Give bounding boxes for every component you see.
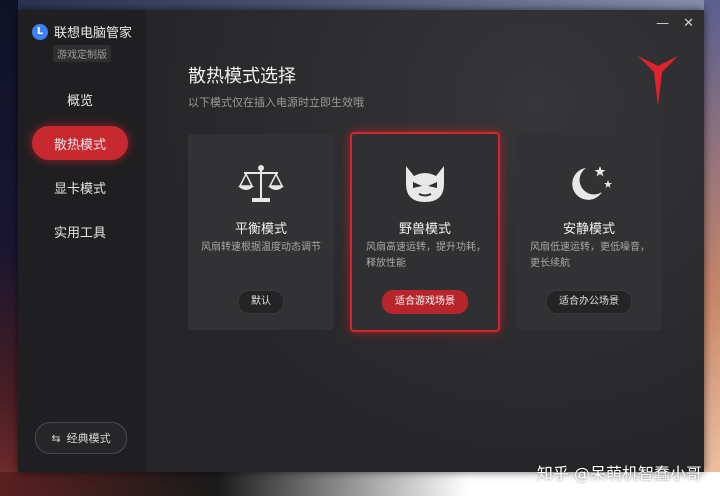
sidebar-item-overview[interactable]: 概览 bbox=[32, 82, 128, 116]
classic-mode-label: 经典模式 bbox=[66, 432, 111, 445]
sidebar-nav: 概览 散热模式 显卡模式 实用工具 bbox=[18, 82, 146, 248]
mode-card-beast[interactable]: 野兽模式 风扇高速运转，提升功耗，释放性能 适合游戏场景 bbox=[350, 132, 500, 332]
window-controls: — ✕ bbox=[656, 16, 694, 31]
watermark: 知乎 @呆萌机智蠢小哥 bbox=[536, 464, 702, 483]
moon-stars-icon bbox=[572, 166, 612, 200]
office-scenario-button[interactable]: 适合办公场景 bbox=[546, 290, 632, 314]
app-name: 联想电脑管家 bbox=[54, 26, 133, 41]
sidebar: L 联想电脑管家 游戏定制版 概览 散热模式 显卡模式 实用工具 ⇆ 经典模式 bbox=[18, 10, 146, 472]
mode-description: 风扇转速根据温度动态调节 bbox=[201, 242, 321, 253]
mode-card-balanced[interactable]: 平衡模式 风扇转速根据温度动态调节 默认 bbox=[188, 134, 334, 330]
edition-badge: 游戏定制版 bbox=[53, 45, 111, 62]
mode-name: 安静模式 bbox=[562, 222, 615, 237]
sidebar-item-gpu-mode[interactable]: 显卡模式 bbox=[32, 170, 128, 204]
page-title: 散热模式选择 bbox=[188, 66, 296, 87]
beast-face-icon bbox=[406, 166, 444, 202]
mode-description: 风扇低速运转，更低噪音，更长续航 bbox=[530, 242, 650, 269]
sidebar-item-thermal-mode[interactable]: 散热模式 bbox=[32, 126, 128, 160]
mode-description: 风扇高速运转，提升功耗，释放性能 bbox=[366, 242, 486, 269]
app-logo-icon: L bbox=[32, 23, 48, 40]
gaming-scenario-button[interactable]: 适合游戏场景 bbox=[382, 290, 468, 314]
mode-name: 平衡模式 bbox=[234, 222, 287, 237]
main-panel: — ✕ 散热模式选择 以下模式仅在插入电源时立即生效哦 平衡模式 风扇转速根据温… bbox=[146, 10, 704, 472]
mode-cards: 平衡模式 风扇转速根据温度动态调节 默认 野兽模式 风扇高速运转，提升功耗，释放… bbox=[188, 132, 662, 332]
switch-icon: ⇆ bbox=[51, 431, 61, 445]
minimize-button[interactable]: — bbox=[656, 16, 669, 31]
desktop-background-top bbox=[0, 0, 720, 10]
sidebar-item-tools[interactable]: 实用工具 bbox=[32, 214, 128, 248]
brand: L 联想电脑管家 bbox=[18, 10, 146, 41]
mode-name: 野兽模式 bbox=[398, 222, 451, 237]
close-button[interactable]: ✕ bbox=[683, 16, 694, 31]
classic-mode-button[interactable]: ⇆ 经典模式 bbox=[35, 422, 127, 454]
default-button[interactable]: 默认 bbox=[238, 290, 284, 314]
balance-scale-icon bbox=[238, 165, 284, 202]
app-window: L 联想电脑管家 游戏定制版 概览 散热模式 显卡模式 实用工具 ⇆ 经典模式 … bbox=[18, 10, 704, 472]
mode-card-quiet[interactable]: 安静模式 风扇低速运转，更低噪音，更长续航 适合办公场景 bbox=[516, 134, 662, 330]
legion-logo-icon bbox=[638, 56, 678, 106]
desktop-background-right bbox=[704, 0, 720, 496]
desktop-background-left bbox=[0, 0, 18, 496]
page-subtitle: 以下模式仅在插入电源时立即生效哦 bbox=[188, 96, 364, 109]
